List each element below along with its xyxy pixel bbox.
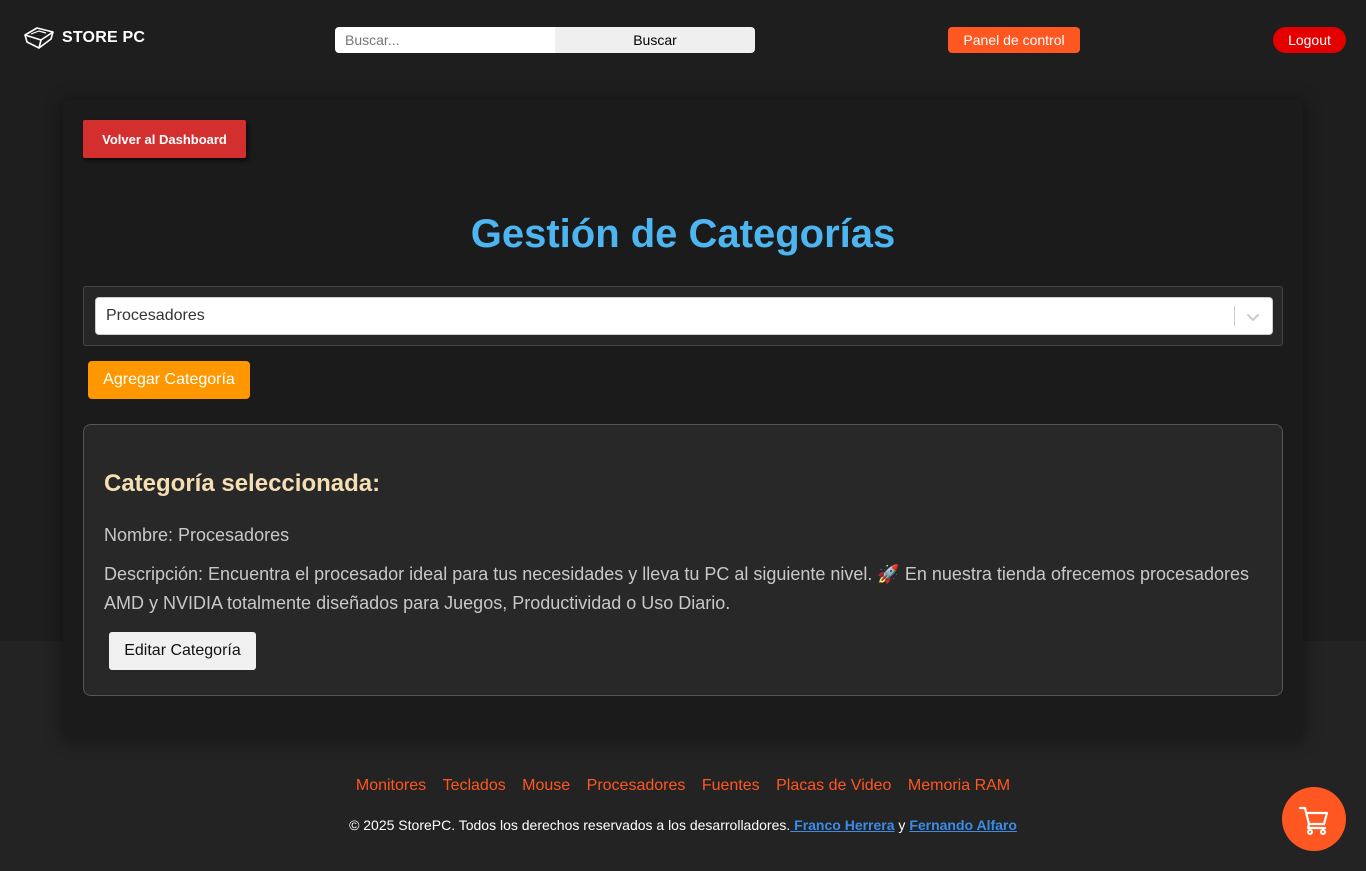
category-select-value: Procesadores [106,307,205,324]
footer-link-teclados[interactable]: Teclados [443,777,506,794]
footer-link-fuentes[interactable]: Fuentes [702,777,760,794]
card-title: Categoría seleccionada: [104,470,381,497]
shopping-cart-icon [1298,806,1329,835]
copyright: © 2025 StorePC. Todos los derechos reser… [0,817,1366,833]
keycap-logo-icon [24,27,54,49]
author-connector: y [894,817,910,833]
author-link-fernando-alfaro[interactable]: Fernando Alfaro [909,817,1017,833]
category-select[interactable]: Procesadores [95,297,1273,335]
add-category-button[interactable]: Agregar Categoría [88,361,250,399]
control-panel-button[interactable]: Panel de control [948,27,1080,53]
footer-link-memoria-ram[interactable]: Memoria RAM [908,777,1010,794]
copyright-text: © 2025 StorePC. Todos los derechos reser… [349,817,791,833]
category-select-container: Procesadores [83,286,1283,346]
footer-category-links: Monitores Teclados Mouse Procesadores Fu… [0,777,1366,795]
back-to-dashboard-button[interactable]: Volver al Dashboard [83,120,246,158]
cart-button[interactable] [1282,787,1346,851]
chevron-down-icon[interactable] [1243,307,1263,327]
footer-link-mouse[interactable]: Mouse [522,777,570,794]
logout-button[interactable]: Logout [1273,27,1346,53]
select-separator [1234,306,1235,326]
brand-name: STORE PC [62,29,146,46]
author-link-franco-herrera[interactable]: Franco Herrera [790,817,894,833]
category-name: Nombre: Procesadores [104,525,290,545]
page-title: Gestión de Categorías [470,212,896,256]
footer-link-placas-de-video[interactable]: Placas de Video [776,777,891,794]
search-button[interactable]: Buscar [555,27,755,53]
category-description: Descripción: Encuentra el procesador ide… [104,564,1250,613]
footer-link-monitores[interactable]: Monitores [356,777,426,794]
edit-category-button[interactable]: Editar Categoría [109,632,256,670]
brand-logo[interactable]: STORE PC [22,25,145,51]
top-navbar: STORE PC Buscar Panel de control Logout [0,0,1366,80]
selected-category-card: Categoría seleccionada: Nombre: Procesad… [83,424,1283,696]
footer-link-procesadores[interactable]: Procesadores [587,777,686,794]
search-input[interactable] [335,27,555,53]
